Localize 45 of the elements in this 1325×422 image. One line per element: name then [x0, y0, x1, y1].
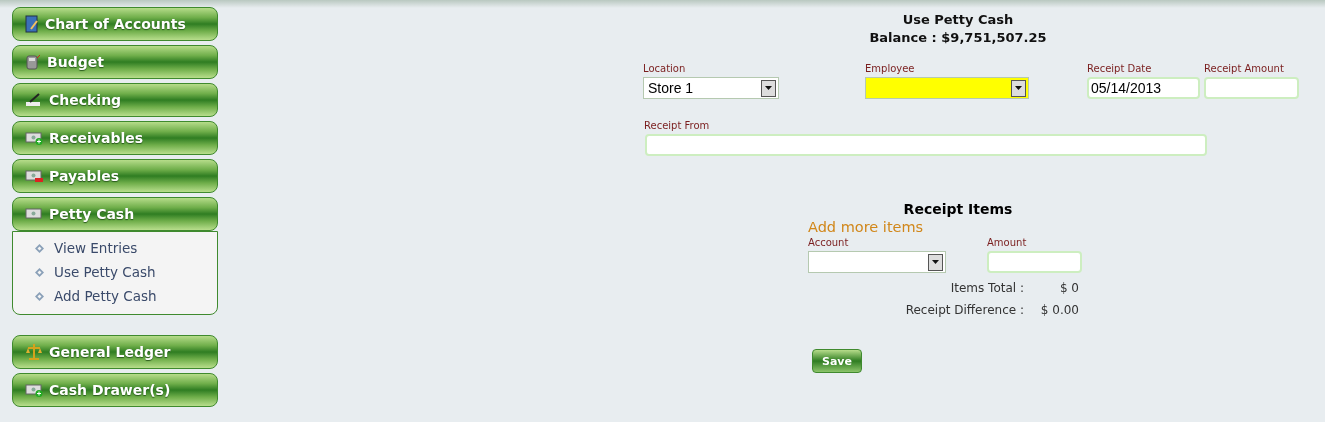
amount-field[interactable] — [987, 251, 1082, 273]
total-label: Receipt Difference : — [904, 303, 1024, 317]
submenu-item[interactable]: Use Petty Cash — [35, 260, 217, 284]
menu-button[interactable]: Budget — [12, 45, 218, 79]
submenu-item[interactable]: View Entries — [35, 236, 217, 260]
field-label: Employee — [865, 63, 916, 76]
money-plus-icon — [25, 131, 43, 145]
menu-button[interactable]: Petty Cash — [12, 197, 218, 231]
receipt-from-field[interactable] — [645, 134, 1207, 156]
menu-button[interactable]: Chart of Accounts — [12, 7, 218, 41]
amount-field[interactable] — [1204, 77, 1299, 99]
menu-button[interactable]: General Ledger — [12, 335, 218, 369]
book-icon — [25, 15, 39, 33]
money-minus-icon — [25, 169, 43, 183]
account-select[interactable] — [808, 251, 946, 273]
section-title: Receipt Items — [902, 201, 1014, 217]
field-label: Receipt Amount — [1204, 63, 1285, 76]
save-button[interactable]: Save — [812, 349, 862, 373]
employee-select[interactable] — [865, 77, 1029, 99]
add-items-link[interactable]: Add more items — [808, 219, 1083, 235]
field-label: Amount — [987, 237, 1028, 250]
pen-paper-icon — [25, 93, 43, 107]
balance-text: Balance : $9,751,507.25 — [868, 29, 1048, 47]
page-title: Use Petty Cash — [901, 11, 1015, 29]
total-value: $ 0.00 — [1039, 303, 1079, 317]
field-label: Receipt Date — [1087, 63, 1153, 76]
field-label: Location — [643, 63, 687, 76]
total-label: Items Total : — [949, 281, 1024, 295]
total-value: $ 0 — [1058, 281, 1079, 295]
location-select[interactable]: Store 1 — [643, 77, 779, 99]
menu-button[interactable]: Payables — [12, 159, 218, 193]
money-icon — [25, 207, 43, 221]
date-field[interactable]: 05/14/2013 — [1087, 77, 1200, 99]
diamond-icon — [35, 291, 44, 301]
field-label: Receipt From — [644, 120, 711, 133]
field-label: Account — [808, 237, 850, 250]
scale-icon — [25, 343, 43, 361]
calculator-icon — [25, 54, 41, 70]
diamond-icon — [35, 243, 44, 253]
diamond-icon — [35, 267, 44, 277]
submenu-item[interactable]: Add Petty Cash — [35, 284, 217, 308]
money-plus-icon — [25, 383, 43, 397]
menu-button[interactable]: Cash Drawer(s) — [12, 373, 218, 407]
menu-button[interactable]: Receivables — [12, 121, 218, 155]
menu-button[interactable]: Checking — [12, 83, 218, 117]
